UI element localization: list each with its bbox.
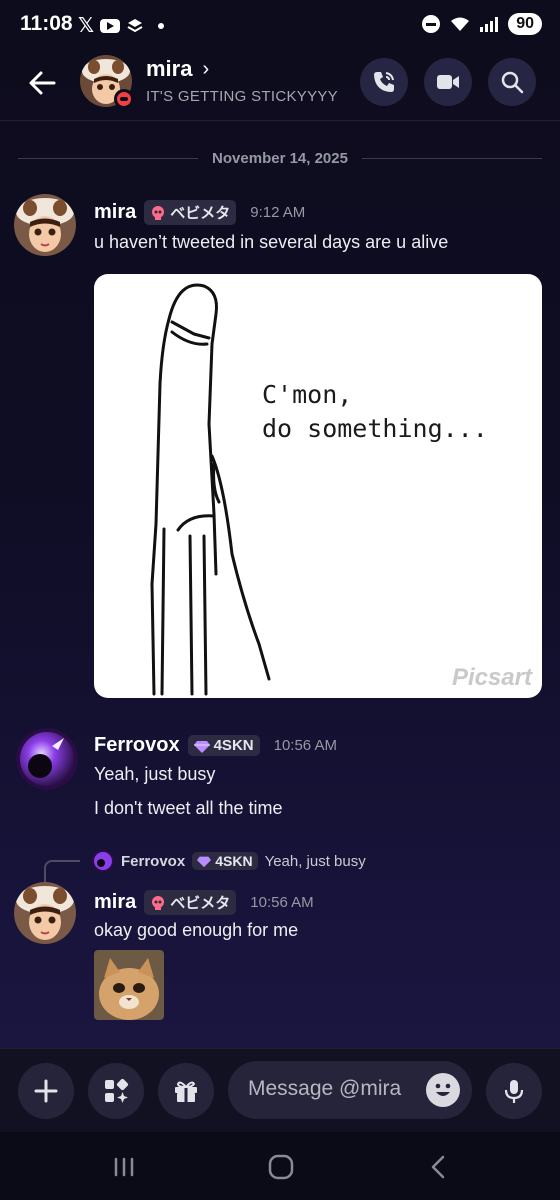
guild-tag-label: 4SKN [213,737,254,754]
message-composer: Message @mira [0,1048,560,1132]
recent-apps-button[interactable] [110,1152,140,1182]
guild-tag[interactable]: ベビメタ [144,200,237,225]
search-icon [501,71,524,94]
home-button[interactable] [266,1152,296,1182]
avatar[interactable] [14,194,76,256]
message-header: mira ベビメタ 9:12 AM [94,200,305,225]
back-nav-button[interactable] [424,1152,454,1182]
apps-button[interactable] [88,1063,144,1119]
guild-tag-label: ベビメタ [170,895,231,912]
youtube-icon [100,18,121,33]
system-nav-bar [0,1132,560,1200]
call-icon [374,72,394,92]
message-header: mira ベビメタ 10:56 AM [94,890,314,915]
guild-tag-label: 4SKN [215,853,253,869]
guild-tag-label: ベビメタ [170,205,231,222]
video-icon [437,75,459,89]
gem-icon [197,854,212,868]
status-system-icons: 90 [422,13,542,35]
skull-icon [150,205,166,221]
message-author[interactable]: mira [94,891,136,914]
watermark: Picsart [451,664,532,691]
recent-apps-icon [114,1157,134,1177]
call-button[interactable] [360,58,408,106]
meme-drawing [150,283,271,696]
reply-author: Ferrovox [121,852,186,870]
message-header: Ferrovox 4SKN 10:56 AM [94,734,337,757]
message-author[interactable]: mira [94,201,136,224]
microphone-icon [504,1080,524,1103]
stack-icon [126,17,144,35]
message-text: I don't tweet all the time [94,798,283,818]
message-input[interactable]: Message @mira [228,1061,472,1119]
message-input-placeholder: Message @mira [248,1077,402,1100]
header-title[interactable]: mira › [146,56,209,82]
status-bar: 11:08 𝕏 90 [0,0,560,50]
wifi-icon [450,16,470,32]
guild-tag[interactable]: ベビメタ [144,890,237,915]
smiley-icon [435,1083,451,1096]
header-status-text: IT'S GETTING STICKYYYY [146,88,338,105]
header-avatar[interactable] [80,55,136,111]
cat-sticker[interactable] [94,950,164,1020]
image-attachment[interactable]: C'mon, do something... Picsart [94,274,542,698]
chat-header: mira › IT'S GETTING STICKYYYY [0,50,560,120]
message-timestamp: 9:12 AM [250,204,306,221]
guild-tag: 4SKN [192,852,258,870]
message-author[interactable]: Ferrovox [94,734,180,757]
back-nav-icon [431,1155,445,1179]
status-app-icons: 𝕏 [78,13,165,38]
arrow-left-icon [29,71,56,95]
avatar[interactable] [16,728,78,790]
signal-icon [480,16,499,32]
reply-connector [44,860,80,882]
dnd-status-icon [114,89,134,109]
video-call-button[interactable] [424,58,472,106]
voice-message-button[interactable] [486,1063,542,1119]
emoji-button[interactable] [426,1073,460,1107]
apps-icon [105,1078,129,1103]
add-attachment-button[interactable] [18,1063,74,1119]
plus-icon [34,1079,58,1103]
gift-icon [175,1081,197,1102]
reply-preview[interactable]: Ferrovox 4SKN Yeah, just busy [92,850,366,872]
header-name: mira [146,56,193,81]
header-divider [0,120,560,121]
search-button[interactable] [488,58,536,106]
battery-indicator: 90 [508,13,542,35]
back-button[interactable] [24,65,60,101]
guild-tag[interactable]: 4SKN [187,735,260,756]
status-time: 11:08 [20,12,73,35]
message-timestamp: 10:56 AM [273,737,337,754]
message-timestamp: 10:56 AM [250,894,314,911]
meme-caption: C'mon, do something... [262,380,488,443]
date-divider-text: November 14, 2025 [212,149,348,167]
avatar[interactable] [14,882,76,944]
notification-dot [158,22,165,29]
message-text: okay good enough for me [94,920,299,940]
avatar [92,850,114,872]
message-text: u haven’t tweeted in several days are u … [94,232,449,252]
message-text: Yeah, just busy [94,764,216,784]
gem-icon [193,738,210,754]
skull-icon [150,895,166,911]
dnd-icon [422,15,441,33]
reply-text: Yeah, just busy [264,852,366,870]
gift-button[interactable] [158,1063,214,1119]
home-icon [268,1154,294,1180]
date-divider: November 14, 2025 [18,148,543,168]
chevron-right-icon: › [202,57,210,80]
x-icon: 𝕏 [78,15,95,37]
